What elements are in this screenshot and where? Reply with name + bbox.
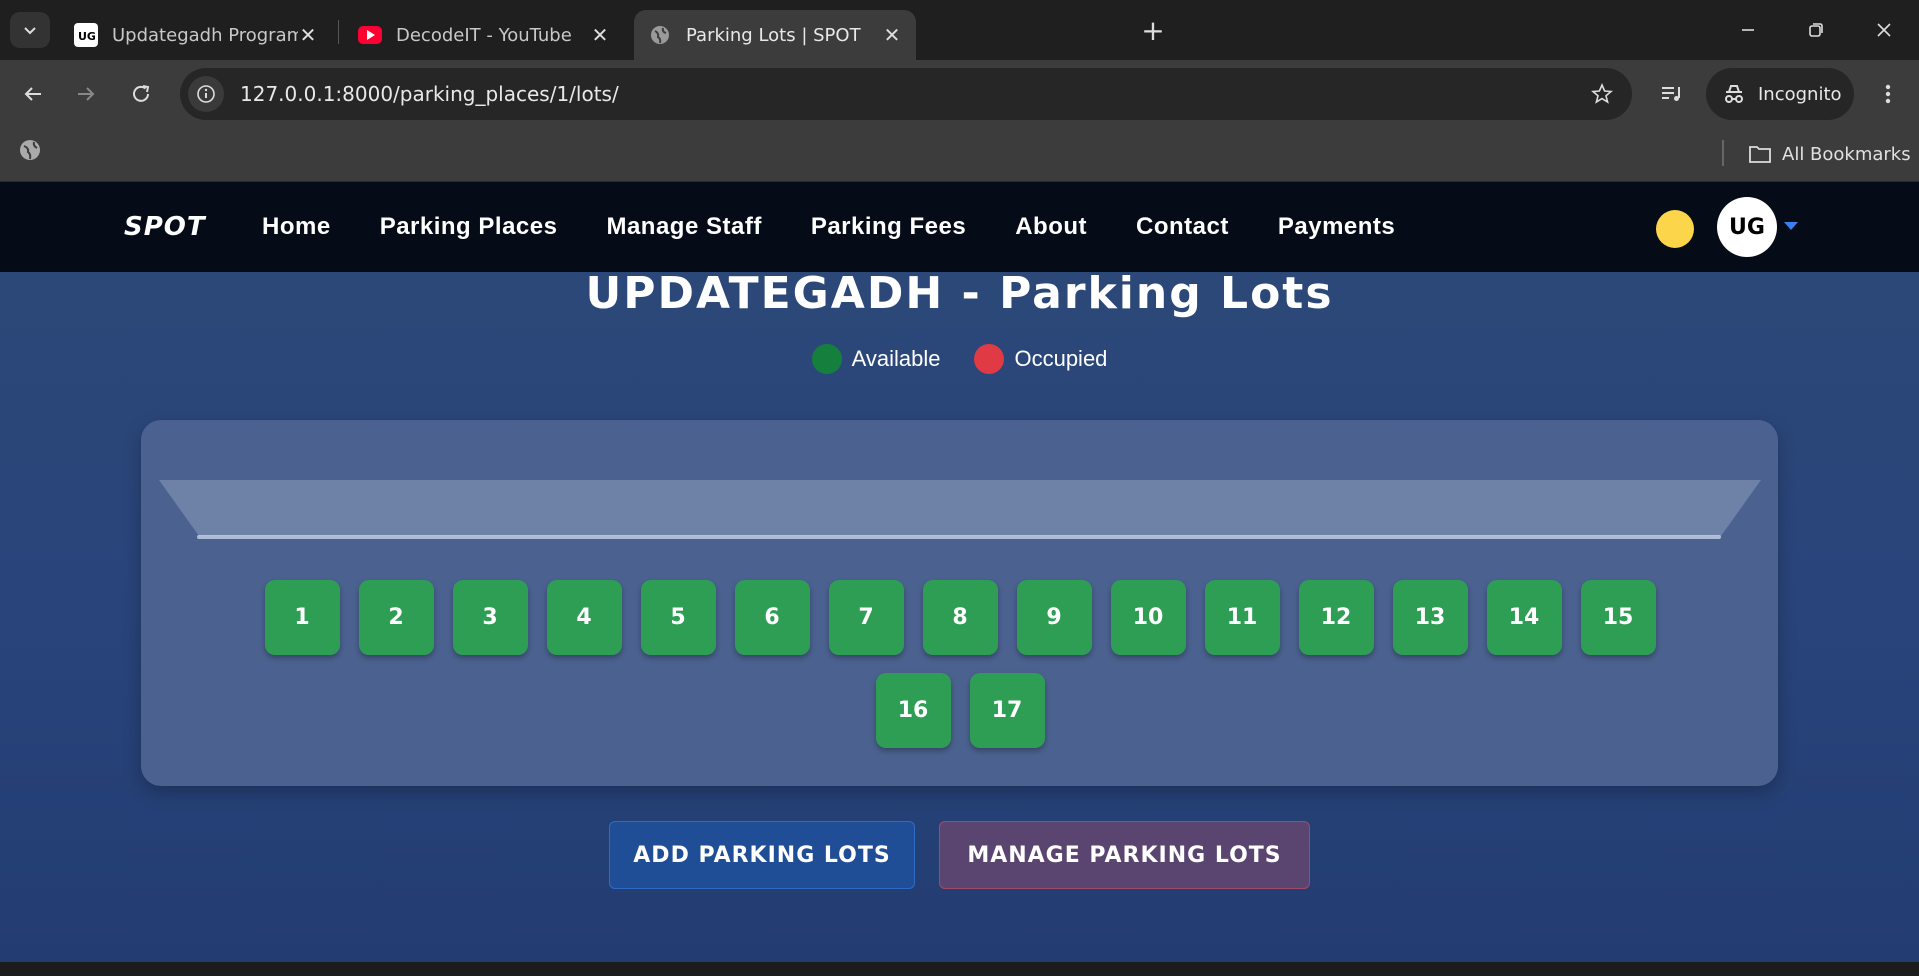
nav-contact[interactable]: Contact: [1136, 213, 1229, 241]
close-icon[interactable]: ✕: [882, 23, 902, 47]
close-icon[interactable]: ✕: [590, 23, 610, 47]
legend-occupied: Occupied: [974, 344, 1107, 374]
reload-icon: [133, 85, 150, 102]
manage-parking-lots-button[interactable]: MANAGE PARKING LOTS: [939, 821, 1310, 889]
address-bar[interactable]: 127.0.0.1:8000/parking_places/1/lots/: [180, 68, 1632, 120]
parking-slot[interactable]: 17: [969, 673, 1045, 748]
parking-slot[interactable]: 5: [640, 580, 716, 655]
add-parking-lots-button[interactable]: ADD PARKING LOTS: [609, 821, 915, 889]
slot-grid: 1 2 3 4 5 6 7 8 9 10 11 12 13 14 15 16 1…: [225, 580, 1695, 748]
tab-updategadh[interactable]: UG Updategadh Programming - Up ✕: [60, 10, 332, 60]
theme-toggle-button[interactable]: [1656, 210, 1694, 248]
youtube-icon: [358, 23, 382, 47]
parking-slot[interactable]: 15: [1580, 580, 1656, 655]
site-navbar: SPOT Home Parking Places Manage Staff Pa…: [0, 182, 1919, 272]
parking-slot[interactable]: 12: [1298, 580, 1374, 655]
window-bottom-edge: [0, 962, 1919, 976]
parking-slot[interactable]: 2: [358, 580, 434, 655]
bookmarks-divider: [1722, 140, 1724, 166]
browser-menu-button[interactable]: [1868, 74, 1908, 114]
svg-text:UG: UG: [78, 30, 95, 42]
chevron-down-icon: [24, 27, 36, 35]
nav-about[interactable]: About: [1015, 213, 1087, 241]
entrance-edge: [197, 535, 1721, 539]
parking-slot[interactable]: 4: [546, 580, 622, 655]
globe-icon[interactable]: [18, 138, 42, 166]
media-controls-button[interactable]: [1652, 74, 1692, 114]
bookmark-star-icon[interactable]: [1582, 83, 1622, 105]
nav-parking-fees[interactable]: Parking Fees: [811, 213, 966, 241]
restore-icon: [1809, 23, 1823, 37]
site-info-icon[interactable]: [188, 76, 224, 112]
browser-toolbar: 127.0.0.1:8000/parking_places/1/lots/ In…: [0, 60, 1919, 130]
legend-available: Available: [811, 344, 941, 374]
close-icon[interactable]: ✕: [298, 23, 318, 47]
action-buttons: ADD PARKING LOTS MANAGE PARKING LOTS: [0, 821, 1919, 889]
arrow-left-icon: [24, 87, 41, 101]
bookmarks-bar: All Bookmarks: [0, 130, 1919, 182]
parking-slot[interactable]: 16: [875, 673, 951, 748]
parking-slot[interactable]: 6: [734, 580, 810, 655]
parking-slot[interactable]: 7: [828, 580, 904, 655]
tab-title: Updategadh Programming - Up: [112, 24, 298, 46]
minimize-icon: [1742, 29, 1754, 31]
parking-entrance: [159, 480, 1761, 536]
back-button[interactable]: [13, 74, 53, 114]
globe-icon: [648, 23, 672, 47]
nav-payments[interactable]: Payments: [1278, 213, 1395, 241]
minimize-button[interactable]: [1726, 8, 1770, 52]
new-tab-button[interactable]: +: [1137, 14, 1169, 47]
tab-title: Parking Lots | SPOT: [686, 24, 861, 46]
close-icon: [1877, 23, 1891, 37]
page-title: UPDATEGADH - Parking Lots: [585, 268, 1334, 319]
occupied-dot-icon: [974, 344, 1005, 374]
site-brand[interactable]: SPOT: [124, 212, 206, 242]
playlist-icon: [1662, 87, 1680, 101]
parking-slot[interactable]: 13: [1392, 580, 1468, 655]
url-text[interactable]: 127.0.0.1:8000/parking_places/1/lots/: [240, 82, 1582, 106]
parking-slot[interactable]: 14: [1486, 580, 1562, 655]
tab-decodeit[interactable]: DecodeIT - YouTube ✕: [344, 10, 624, 60]
nav-manage-staff[interactable]: Manage Staff: [606, 213, 761, 241]
incognito-indicator[interactable]: Incognito: [1706, 68, 1854, 120]
more-vertical-icon: [1885, 84, 1891, 104]
parking-slot[interactable]: 9: [1016, 580, 1092, 655]
tab-title: DecodeIT - YouTube: [396, 24, 572, 46]
web-page: SPOT Home Parking Places Manage Staff Pa…: [0, 182, 1919, 962]
incognito-label: Incognito: [1758, 83, 1842, 105]
tab-divider: [338, 20, 339, 44]
parking-slot[interactable]: 8: [922, 580, 998, 655]
parking-lot-panel: 1 2 3 4 5 6 7 8 9 10 11 12 13 14 15 16 1…: [141, 420, 1778, 786]
folder-icon: [1749, 146, 1771, 163]
parking-slot[interactable]: 11: [1204, 580, 1280, 655]
nav-home[interactable]: Home: [262, 213, 331, 241]
nav-links: Home Parking Places Manage Staff Parking…: [262, 182, 1444, 272]
all-bookmarks-button[interactable]: All Bookmarks: [1748, 138, 1911, 170]
parking-slot[interactable]: 3: [452, 580, 528, 655]
user-avatar[interactable]: UG: [1717, 197, 1777, 257]
tab-parking-lots[interactable]: Parking Lots | SPOT ✕: [634, 10, 916, 60]
arrow-right-icon: [78, 87, 95, 101]
tab-strip: UG Updategadh Programming - Up ✕ DecodeI…: [0, 0, 1919, 60]
restore-button[interactable]: [1794, 8, 1838, 52]
close-window-button[interactable]: [1862, 8, 1906, 52]
parking-slot[interactable]: 1: [264, 580, 340, 655]
incognito-icon: [1725, 85, 1743, 103]
legend: Available Occupied: [0, 344, 1919, 374]
chevron-down-icon[interactable]: [1784, 222, 1798, 230]
legend-available-label: Available: [851, 346, 941, 371]
nav-parking-places[interactable]: Parking Places: [380, 213, 558, 241]
ug-favicon-icon: UG: [74, 23, 98, 47]
legend-occupied-label: Occupied: [1014, 346, 1108, 371]
parking-slot[interactable]: 10: [1110, 580, 1186, 655]
all-bookmarks-label: All Bookmarks: [1782, 143, 1911, 165]
tab-search-button[interactable]: [10, 12, 50, 48]
avatar-initials: UG: [1729, 214, 1765, 240]
available-dot-icon: [811, 344, 842, 374]
forward-button[interactable]: [66, 74, 106, 114]
reload-button[interactable]: [121, 74, 161, 114]
